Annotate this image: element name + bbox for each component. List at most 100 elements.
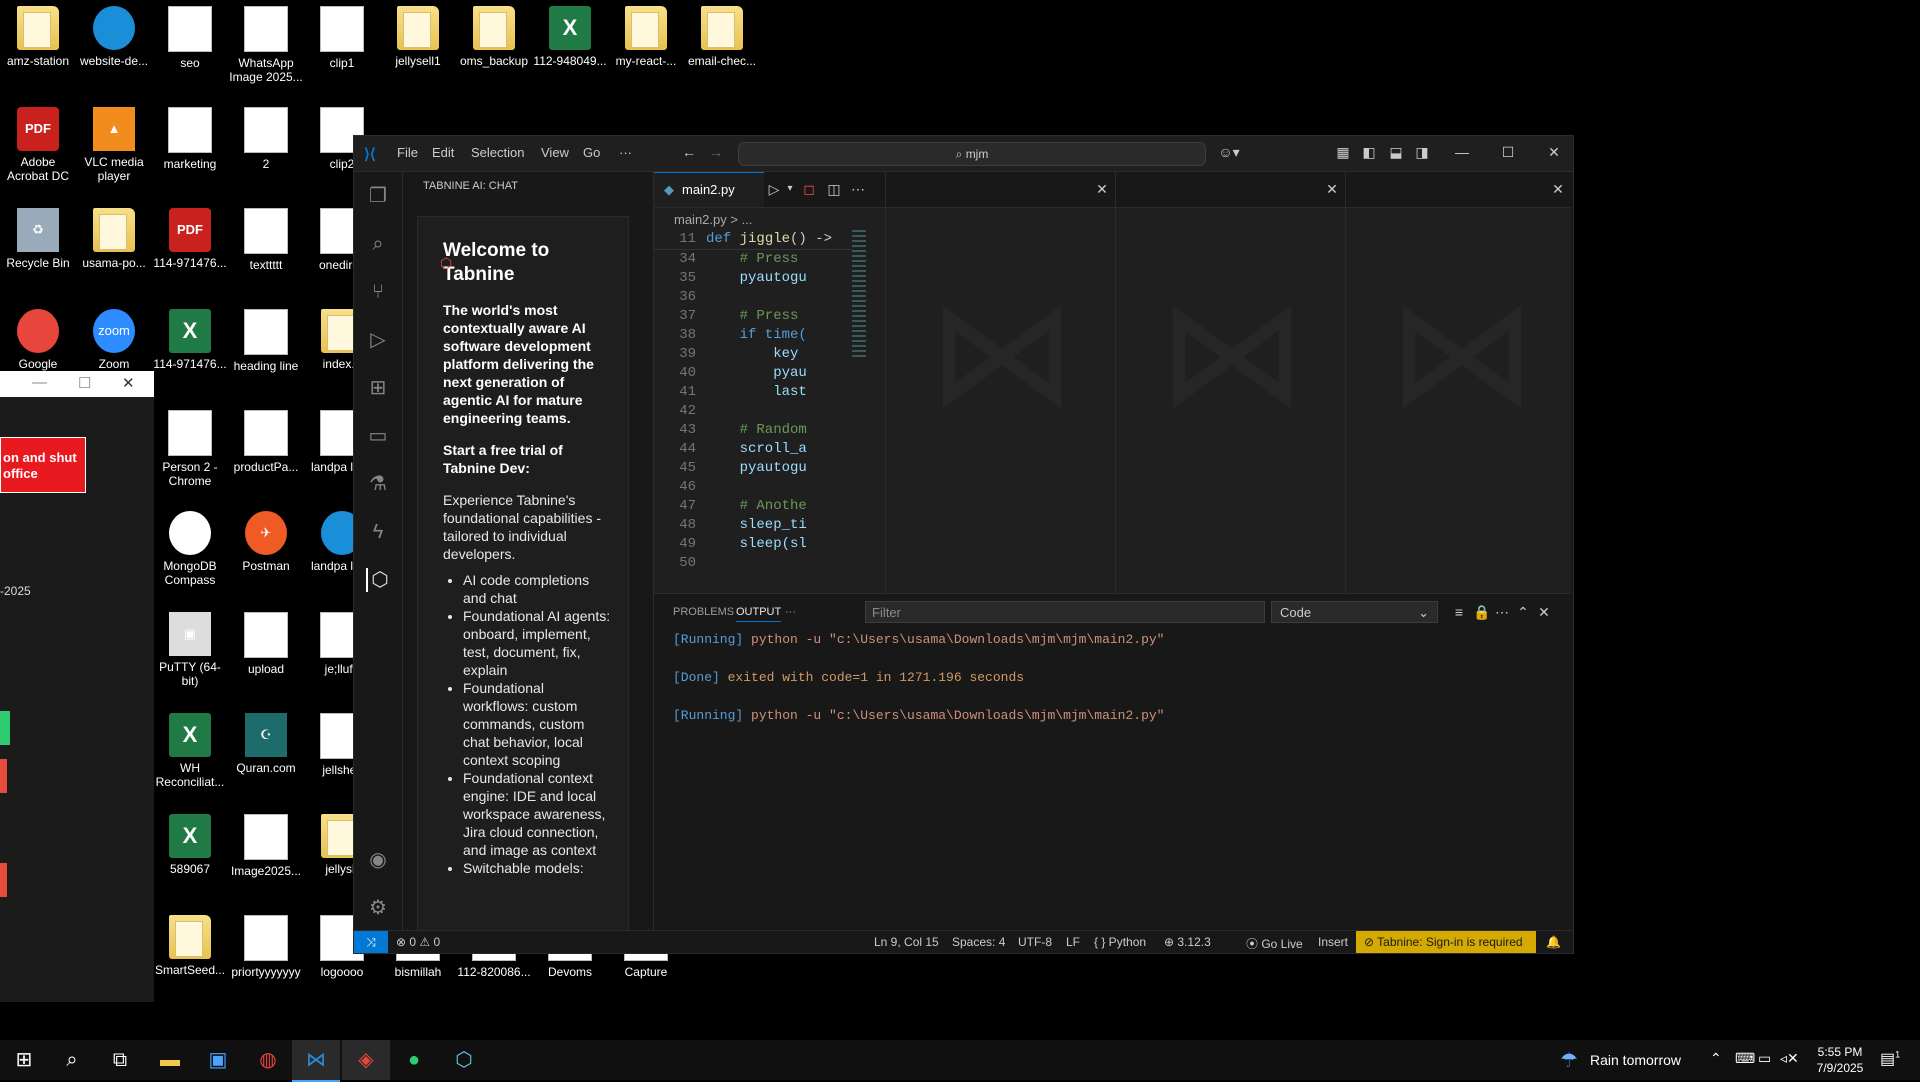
- desktop-icon-folder[interactable]: email-chec...: [684, 0, 760, 68]
- close-panel-icon[interactable]: ✕: [1536, 604, 1552, 620]
- customize-layout-icon[interactable]: ▦: [1335, 144, 1351, 160]
- split-editor-icon[interactable]: ◫: [826, 181, 842, 197]
- desktop-icon-doc[interactable]: WhatsApp Image 2025...: [228, 0, 304, 84]
- desktop-icon-chrome[interactable]: Google: [0, 303, 76, 371]
- code-view[interactable]: 11 def jiggle() -> 34 # Press 35 pyautogu 3…: [654, 230, 854, 573]
- desktop-icon-image[interactable]: clip1: [304, 0, 380, 70]
- desktop-icon-doc[interactable]: 2: [228, 101, 304, 171]
- desktop-icon-postman[interactable]: ✈ Postman: [228, 505, 304, 573]
- store-icon[interactable]: ▣: [194, 1040, 242, 1080]
- lock-icon[interactable]: 🔒: [1473, 604, 1490, 620]
- desktop-icon-edge[interactable]: website-de...: [76, 0, 152, 68]
- chrome-icon[interactable]: ◍: [244, 1040, 292, 1080]
- tabnine-status[interactable]: ⊘ Tabnine: Sign-in is required: [1356, 931, 1536, 953]
- desktop-icon-pdf[interactable]: PDF 114-971476...: [152, 202, 228, 270]
- menu-edit[interactable]: Edit: [432, 145, 454, 160]
- search-icon[interactable]: ⌕: [366, 232, 390, 256]
- desktop-icon-doc[interactable]: texttttt: [228, 202, 304, 272]
- desktop-icon-folder[interactable]: amz-station: [0, 0, 76, 68]
- indentation[interactable]: Spaces: 4: [952, 935, 1005, 949]
- toggle-panel-icon[interactable]: ⬓: [1388, 144, 1404, 160]
- clock[interactable]: 5:55 PM 7/9/2025: [1810, 1044, 1870, 1076]
- desktop-icon-image[interactable]: priortyyyyyyy: [228, 909, 304, 979]
- menu-selection[interactable]: Selection: [471, 145, 524, 160]
- account-icon[interactable]: ◉: [366, 848, 390, 872]
- menu-more[interactable]: ···: [619, 145, 632, 160]
- remote-explorer-icon[interactable]: ▭: [366, 424, 390, 448]
- desktop-icon-vlc[interactable]: ▲ VLC media player: [76, 101, 152, 183]
- notifications-bell-icon[interactable]: 🔔: [1546, 935, 1561, 949]
- testing-icon[interactable]: ⚗: [366, 472, 390, 496]
- clear-output-icon[interactable]: ≡: [1451, 604, 1467, 620]
- toggle-sidebar-icon[interactable]: ◧: [1361, 144, 1377, 160]
- desktop-icon-excel[interactable]: X 589067: [152, 808, 228, 876]
- tab-output[interactable]: OUTPUT: [736, 606, 782, 622]
- maximize-panel-icon[interactable]: ⌃: [1515, 604, 1531, 620]
- desktop-icon-image[interactable]: seo: [152, 0, 228, 70]
- panel-more-icon[interactable]: ···: [785, 606, 796, 618]
- lightning-icon[interactable]: ϟ: [366, 520, 390, 544]
- insert-mode[interactable]: Insert: [1318, 935, 1348, 949]
- network-icon[interactable]: ⌨: [1735, 1050, 1755, 1067]
- desktop-icon-image[interactable]: productPa...: [228, 404, 304, 474]
- display-icon[interactable]: ▭: [1758, 1050, 1771, 1067]
- minimap[interactable]: [852, 230, 866, 360]
- desktop-icon-quran[interactable]: ☪ Quran.com: [228, 707, 304, 775]
- stop-icon[interactable]: ◻: [801, 181, 817, 197]
- tab-problems[interactable]: PROBLEMS: [673, 606, 734, 618]
- desktop-icon-folder[interactable]: jellysell1: [380, 0, 456, 68]
- desktop-icon-doc[interactable]: upload: [228, 606, 304, 676]
- desktop-icon-image[interactable]: Image2025...: [228, 808, 304, 878]
- run-icon[interactable]: ▷: [766, 181, 782, 197]
- copilot-icon[interactable]: ☺▾: [1214, 144, 1244, 160]
- vscode-taskbar-icon[interactable]: ⋈: [292, 1040, 340, 1082]
- app-taskbar-icon[interactable]: ◈: [342, 1040, 390, 1080]
- forward-arrow-icon[interactable]: →: [708, 144, 724, 160]
- language-mode[interactable]: { } Python: [1094, 935, 1146, 949]
- minimize-icon[interactable]: —: [1454, 144, 1470, 160]
- eol[interactable]: LF: [1066, 935, 1080, 949]
- start-button[interactable]: ⊞: [0, 1040, 48, 1080]
- desktop-icon-excel[interactable]: X WH Reconciliat...: [152, 707, 228, 789]
- source-control-icon[interactable]: ⑂: [366, 280, 390, 304]
- desktop-icon-folder[interactable]: my-react-...: [608, 0, 684, 68]
- go-live[interactable]: ⦿ Go Live: [1246, 935, 1303, 952]
- desktop-icon-folder[interactable]: SmartSeed...: [152, 909, 228, 977]
- menu-go[interactable]: Go: [583, 145, 600, 160]
- menu-file[interactable]: File: [397, 145, 418, 160]
- desktop-icon-bin[interactable]: ♻ Recycle Bin: [0, 202, 76, 270]
- toggle-secondary-sidebar-icon[interactable]: ◨: [1414, 144, 1430, 160]
- more-actions-icon[interactable]: ⋯: [1494, 604, 1510, 620]
- output-filter-input[interactable]: Filter: [865, 601, 1265, 623]
- search-icon[interactable]: ⌕: [48, 1040, 96, 1080]
- menu-view[interactable]: View: [541, 145, 569, 160]
- minimize-icon[interactable]: —: [32, 374, 47, 391]
- notifications-icon[interactable]: ▤1: [1880, 1049, 1900, 1069]
- desktop-icon-pdf[interactable]: PDF Adobe Acrobat DC: [0, 101, 76, 183]
- more-actions-icon[interactable]: ⋯: [850, 181, 866, 197]
- settings-gear-icon[interactable]: ⚙: [366, 896, 390, 920]
- desktop-icon-mongo[interactable]: ● MongoDB Compass: [152, 505, 228, 587]
- maximize-icon[interactable]: ☐: [78, 374, 91, 392]
- run-dropdown-icon[interactable]: ▾: [782, 181, 798, 197]
- desktop-icon-excel[interactable]: X 114-971476...: [152, 303, 228, 371]
- weather-text[interactable]: Rain tomorrow: [1590, 1052, 1681, 1068]
- remote-indicator[interactable]: ⤨: [354, 931, 388, 953]
- breadcrumb[interactable]: main2.py > ...: [674, 212, 752, 227]
- tabnine-icon[interactable]: ⬡: [366, 568, 392, 592]
- extensions-icon[interactable]: ⊞: [366, 376, 390, 400]
- desktop-icon-doc[interactable]: heading line: [228, 303, 304, 373]
- close-group-icon[interactable]: ✕: [1550, 181, 1566, 197]
- command-center[interactable]: ⌕ mjm: [738, 142, 1206, 166]
- desktop-icon-folder[interactable]: oms_backup: [456, 0, 532, 68]
- desktop-icon-excel[interactable]: X 112-948049...: [532, 0, 608, 68]
- cursor-position[interactable]: Ln 9, Col 15: [874, 935, 939, 949]
- explorer-icon[interactable]: ❐: [366, 184, 390, 208]
- run-debug-icon[interactable]: ▷: [366, 328, 390, 352]
- close-group-icon[interactable]: ✕: [1094, 181, 1110, 197]
- tabnine-app-icon[interactable]: ⬡: [440, 1040, 488, 1080]
- mongodb-icon[interactable]: ●: [390, 1040, 438, 1080]
- back-arrow-icon[interactable]: ←: [681, 144, 697, 160]
- desktop-icon-doc[interactable]: Person 2 - Chrome: [152, 404, 228, 488]
- python-version[interactable]: ⊕ 3.12.3: [1164, 935, 1211, 949]
